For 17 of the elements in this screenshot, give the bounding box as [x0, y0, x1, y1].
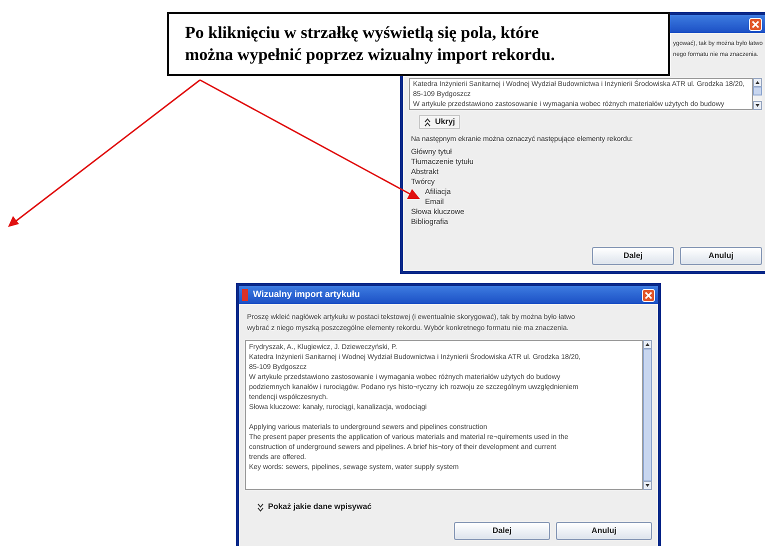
text-area[interactable]: [409, 78, 753, 110]
toggle-button[interactable]: Pokaż jakie dane wpisywać: [253, 500, 376, 514]
callout-text: Po kliknięciu w strzałkę wyświetlą się pola, które można wypełnić poprzez wizualny import rekordu.: [185, 22, 556, 66]
scrollbar[interactable]: [643, 340, 652, 490]
double-chevron-down-icon: [257, 502, 264, 512]
close-icon[interactable]: [642, 288, 655, 302]
close-icon[interactable]: [749, 18, 762, 30]
dialog-button[interactable]: Anuluj: [556, 522, 652, 540]
dialog-button[interactable]: Dalej: [454, 522, 550, 540]
text-area[interactable]: [245, 340, 643, 490]
scrollbar[interactable]: [753, 78, 762, 110]
double-chevron-up-icon: [424, 118, 431, 126]
window-title: Wizualny import artykułu: [253, 288, 360, 302]
app-icon: [242, 289, 248, 301]
dialog-button[interactable]: Anuluj: [680, 247, 762, 265]
dialog-button[interactable]: Dalej: [592, 247, 674, 265]
toggle-button[interactable]: Ukryj: [419, 115, 460, 129]
